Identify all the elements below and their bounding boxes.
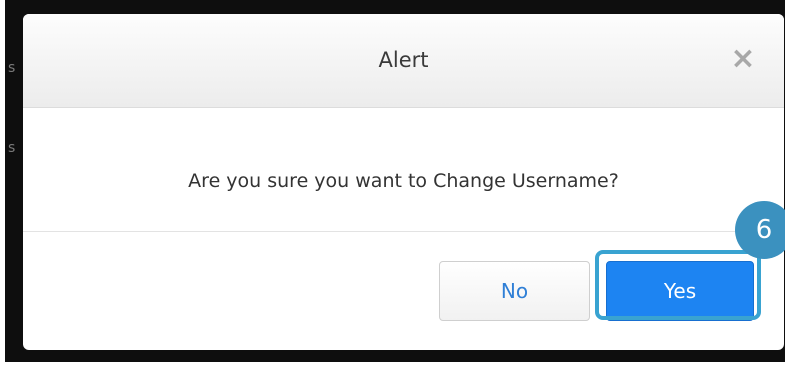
no-button[interactable]: No xyxy=(439,261,590,321)
background-text-fragment: s xyxy=(8,140,16,156)
close-icon[interactable]: × xyxy=(728,44,758,74)
alert-dialog: Alert × Are you sure you want to Change … xyxy=(23,14,784,350)
background-text-fragment: s xyxy=(8,60,16,76)
dialog-title: Alert xyxy=(378,48,429,72)
dialog-body: Are you sure you want to Change Username… xyxy=(23,108,784,232)
dialog-header: Alert × xyxy=(23,14,784,108)
step-number-badge: 6 xyxy=(735,201,785,259)
yes-button[interactable]: Yes xyxy=(606,261,754,321)
dialog-message: Are you sure you want to Change Username… xyxy=(188,170,619,192)
